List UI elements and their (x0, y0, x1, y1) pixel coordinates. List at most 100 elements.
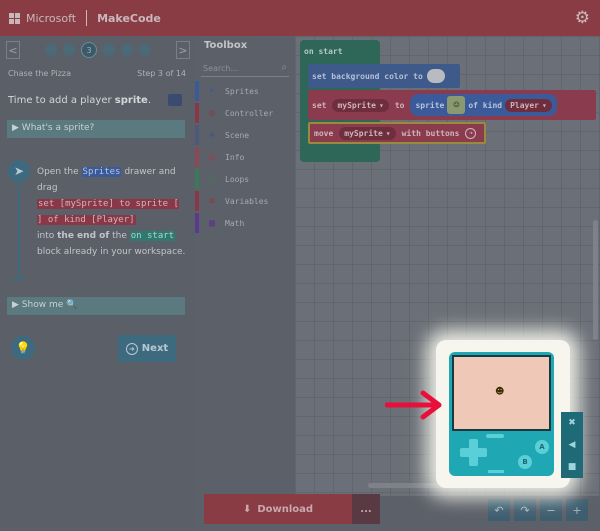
zoom-out-icon[interactable]: − (540, 499, 562, 521)
simulator-logo (488, 470, 504, 473)
category-color-bar (195, 169, 199, 189)
sprite-image-field[interactable]: sprite ☺ of kind Player ▾ (410, 94, 557, 116)
show-me-expander[interactable]: ▶ Show me 🔍 (7, 297, 185, 315)
download-button[interactable]: ⬇ Download (204, 494, 352, 524)
simulator-menu-button[interactable] (486, 434, 504, 438)
code-set-sprite-block[interactable]: set [mySprite] to sprite [ ] of kind [Pl… (37, 199, 179, 225)
top-bar: Microsoft MakeCode ⚙ (0, 0, 600, 36)
toolbox-category-scene[interactable]: ♣ Scene (195, 125, 295, 145)
step-dot[interactable] (139, 44, 151, 56)
category-color-bar (195, 191, 199, 211)
color-swatch-field[interactable] (426, 69, 445, 83)
on-start-label: on start (304, 47, 343, 56)
fullscreen-icon[interactable]: ■ (568, 462, 577, 472)
next-label: Next (141, 343, 169, 354)
with-buttons-label: with buttons (401, 128, 460, 138)
tree-icon: ♣ (208, 129, 216, 141)
toolbox-category-sprites[interactable]: ➤ Sprites (195, 81, 295, 101)
step-connector-end (13, 278, 25, 280)
vertical-scrollbar[interactable] (593, 220, 598, 340)
b-button[interactable]: B (518, 455, 532, 469)
calculator-icon: ▦ (208, 217, 216, 229)
toolbox-search-input[interactable]: Search... ⌕ (201, 61, 289, 77)
sprite-label: sprite (415, 100, 445, 110)
toolbox-category-math[interactable]: ▦ Math (195, 213, 295, 233)
toolbox: Toolbox Search... ⌕ ➤ Sprites ◎ Controller ♣… (195, 36, 295, 496)
instruction-part: Open the (37, 167, 82, 177)
microsoft-logo-icon (9, 12, 20, 24)
variable-dropdown[interactable]: mySprite ▾ (332, 98, 389, 112)
redo-icon[interactable]: ↷ (514, 499, 536, 521)
toolbox-category-variables[interactable]: ≡ Variables (195, 191, 295, 211)
sprite-image-icon[interactable]: ☺ (447, 96, 466, 114)
next-step-arrow-button[interactable]: > (176, 41, 190, 59)
paper-plane-icon: ➤ (208, 85, 216, 97)
category-label: Sprites (225, 86, 259, 96)
bg-block-label: set background color to (312, 71, 423, 81)
next-button[interactable]: ➜ Next (118, 335, 176, 362)
instruction-part: block already in your workspace. (37, 247, 186, 257)
step-connector-line (18, 182, 20, 278)
search-placeholder: Search... (203, 64, 239, 73)
category-color-bar (195, 213, 199, 233)
code-on-start[interactable]: on start (129, 231, 176, 241)
a-button[interactable]: A (535, 440, 549, 454)
app-name[interactable]: MakeCode (97, 12, 161, 25)
toolbox-category-info[interactable]: ▤ Info (195, 147, 295, 167)
brand-name: Microsoft (26, 11, 77, 25)
undo-icon[interactable]: ↶ (488, 499, 510, 521)
id-card-icon: ▤ (208, 151, 216, 163)
download-label: Download (257, 503, 314, 515)
search-icon[interactable]: ⌕ (281, 62, 287, 73)
step-navigation: < 3 > (6, 40, 190, 60)
heading-bold: sprite (114, 95, 148, 106)
player-sprite-icon: ☻ (495, 387, 505, 397)
expander-label: What's a sprite? (21, 123, 95, 133)
step-dot[interactable] (103, 44, 115, 56)
stop-icon[interactable]: ✖ (568, 418, 576, 428)
step-dots: 3 (45, 42, 151, 58)
current-step-dot[interactable]: 3 (81, 42, 97, 58)
variable-name: mySprite (337, 100, 376, 110)
settings-gear-icon[interactable]: ⚙ (575, 8, 590, 28)
to-label: to (394, 100, 405, 110)
tutorial-panel: < 3 > Chase the Pizza Step 3 of 14 Time … (0, 36, 195, 531)
variable-dropdown[interactable]: mySprite ▾ (339, 126, 396, 140)
tutorial-meta: Chase the Pizza Step 3 of 14 (8, 69, 186, 78)
toolbox-category-controller[interactable]: ◎ Controller (195, 103, 295, 123)
move-sprite-with-buttons-block[interactable]: move mySprite ▾ with buttons ➜ (308, 122, 486, 144)
category-label: Controller (225, 108, 274, 118)
category-label: Variables (225, 196, 269, 206)
chevron-right-icon: ▶ (12, 123, 22, 133)
sound-icon[interactable]: ◀ (569, 440, 576, 450)
whats-a-sprite-expander[interactable]: ▶ What's a sprite? (7, 120, 185, 138)
set-background-color-block[interactable]: set background color to (308, 64, 460, 88)
dropdown-caret-icon: ▾ (378, 100, 384, 110)
variable-name: mySprite (344, 128, 383, 138)
toolbox-category-loops[interactable]: ↻ Loops (195, 169, 295, 189)
step-dot[interactable] (63, 44, 75, 56)
image-hint-icon[interactable] (168, 94, 182, 106)
category-label: Info (225, 152, 245, 162)
previous-step-button[interactable]: < (6, 41, 20, 59)
toolbox-title: Toolbox (204, 40, 248, 51)
instruction-text: Open the Sprites drawer and drag set [my… (37, 164, 187, 260)
step-dot[interactable] (45, 44, 57, 56)
instruction-part: the (109, 231, 130, 241)
search-icon: 🔍 (66, 300, 78, 310)
simulator-toolbar: ✖ ◀ ■ (561, 412, 583, 478)
brand-divider (86, 10, 88, 26)
kind-dropdown[interactable]: Player ▾ (505, 98, 552, 112)
set-sprite-block[interactable]: set mySprite ▾ to sprite ☺ of kind Player ▾ (308, 90, 596, 120)
category-label: Math (225, 218, 245, 228)
lightbulb-hint-icon[interactable]: 💡 (11, 336, 35, 360)
expander-label: Show me (21, 300, 64, 310)
expand-plus-icon[interactable]: ➜ (465, 127, 477, 139)
dpad-vertical[interactable] (469, 439, 478, 466)
step-dot[interactable] (121, 44, 133, 56)
more-options-button[interactable]: ... (352, 494, 380, 524)
code-sprites[interactable]: Sprites (81, 167, 122, 177)
set-label: set (312, 100, 327, 110)
category-color-bar (195, 147, 199, 167)
zoom-in-icon[interactable]: + (566, 499, 588, 521)
